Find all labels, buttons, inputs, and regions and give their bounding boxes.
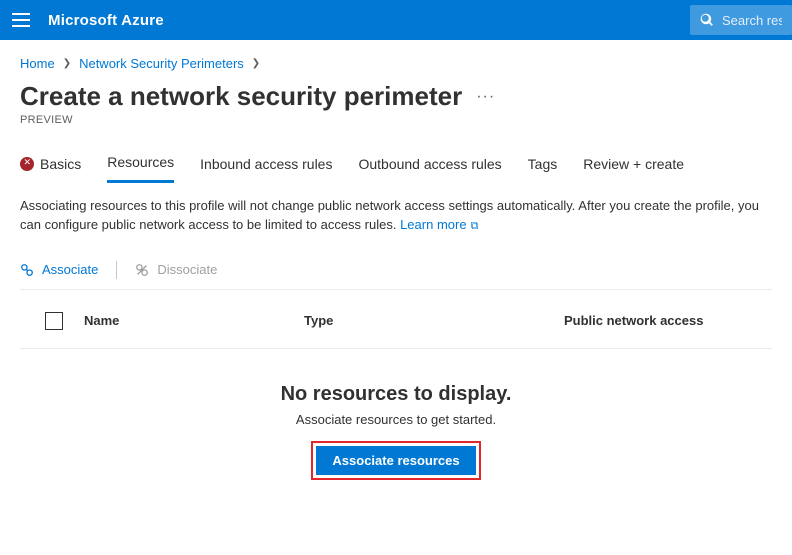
- breadcrumb: Home ❯ Network Security Perimeters ❯: [20, 56, 772, 71]
- toolbar: Associate Dissociate: [20, 253, 772, 290]
- search-icon: [700, 13, 714, 27]
- topbar: Microsoft Azure: [0, 0, 792, 40]
- more-menu-icon[interactable]: ···: [476, 88, 495, 106]
- empty-title: No resources to display.: [20, 383, 772, 406]
- description-text: Associating resources to this profile wi…: [20, 197, 772, 235]
- tab-review[interactable]: Review + create: [583, 150, 684, 182]
- search-box[interactable]: [690, 5, 792, 35]
- table-header: Name Type Public network access: [20, 298, 772, 349]
- tab-resources[interactable]: Resources: [107, 148, 174, 183]
- toolbar-divider: [116, 261, 117, 279]
- column-access[interactable]: Public network access: [564, 313, 768, 328]
- search-input[interactable]: [722, 13, 782, 28]
- tab-tags[interactable]: Tags: [528, 150, 558, 182]
- brand-label: Microsoft Azure: [48, 12, 164, 29]
- breadcrumb-section[interactable]: Network Security Perimeters: [79, 56, 244, 71]
- preview-badge: PREVIEW: [20, 114, 772, 126]
- highlighted-frame: Associate resources: [311, 441, 480, 480]
- chevron-right-icon: ❯: [63, 58, 71, 69]
- column-type[interactable]: Type: [304, 313, 564, 328]
- tab-basics[interactable]: Basics: [20, 150, 81, 182]
- empty-state: No resources to display. Associate resou…: [20, 383, 772, 480]
- empty-subtitle: Associate resources to get started.: [20, 412, 772, 427]
- associate-button[interactable]: Associate: [20, 262, 98, 277]
- tab-bar: Basics Resources Inbound access rules Ou…: [20, 148, 772, 183]
- associate-resources-button[interactable]: Associate resources: [316, 446, 475, 475]
- associate-icon: [20, 263, 34, 277]
- page-title: Create a network security perimeter: [20, 81, 462, 112]
- dissociate-button: Dissociate: [135, 262, 217, 277]
- dissociate-icon: [135, 263, 149, 277]
- tab-inbound[interactable]: Inbound access rules: [200, 150, 332, 182]
- chevron-right-icon: ❯: [252, 58, 260, 69]
- select-all-checkbox[interactable]: [45, 312, 63, 330]
- external-link-icon: ⧉: [468, 220, 479, 232]
- dissociate-label: Dissociate: [157, 262, 217, 277]
- menu-icon[interactable]: [12, 13, 30, 27]
- breadcrumb-home[interactable]: Home: [20, 56, 55, 71]
- tab-outbound[interactable]: Outbound access rules: [358, 150, 501, 182]
- column-name[interactable]: Name: [84, 313, 304, 328]
- tab-basics-label: Basics: [40, 156, 81, 172]
- associate-label: Associate: [42, 262, 98, 277]
- learn-more-link[interactable]: Learn more: [400, 217, 466, 232]
- description-body: Associating resources to this profile wi…: [20, 198, 759, 232]
